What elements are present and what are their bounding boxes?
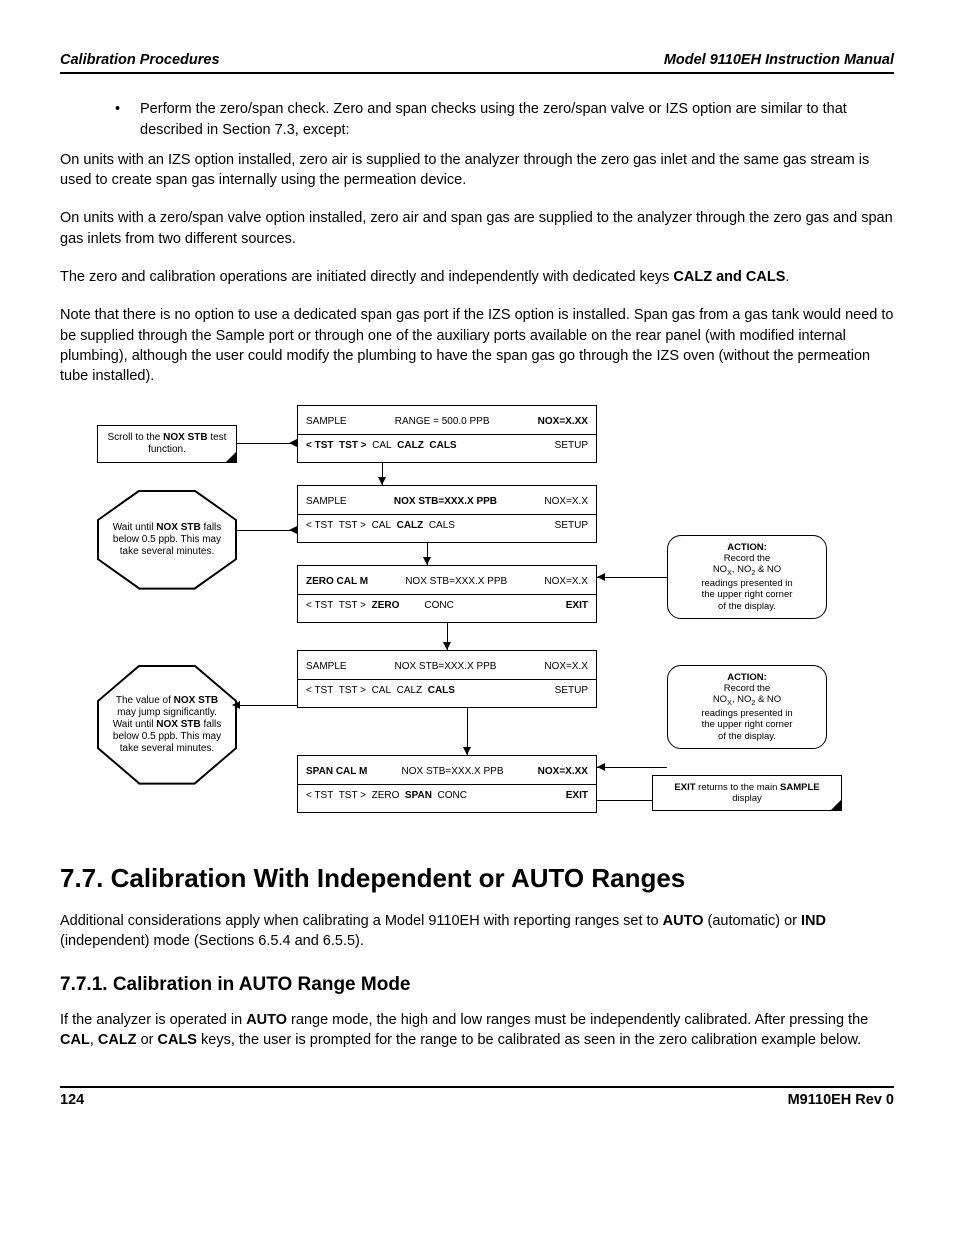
paragraph: On units with a zero/span valve option i… — [60, 208, 894, 249]
flow-screen-2: SAMPLE NOX STB=XXX.X PPB NOX=X.X < TST T… — [297, 485, 597, 543]
page-number: 124 — [60, 1090, 84, 1110]
bullet-dot: • — [115, 99, 140, 140]
paragraph: On units with an IZS option installed, z… — [60, 150, 894, 191]
flow-wait-octagon-2: The value of NOX STB may jump significan… — [97, 665, 237, 785]
flow-exit-note: EXIT returns to the main SAMPLE display — [652, 775, 842, 812]
page-header: Calibration Procedures Model 9110EH Inst… — [60, 50, 894, 74]
flow-screen-4: SAMPLE NOX STB=XXX.X PPB NOX=X.X < TST T… — [297, 650, 597, 708]
flow-note-scroll: Scroll to the NOX STB test function. — [97, 425, 237, 463]
header-right: Model 9110EH Instruction Manual — [664, 50, 894, 70]
bullet-text: Perform the zero/span check. Zero and sp… — [140, 99, 894, 140]
doc-revision: M9110EH Rev 0 — [788, 1090, 894, 1110]
header-left: Calibration Procedures — [60, 50, 220, 70]
flow-wait-octagon-1: Wait until NOX STB falls below 0.5 ppb. … — [97, 490, 237, 590]
flow-screen-5: SPAN CAL M NOX STB=XXX.X PPB NOX=X.XX < … — [297, 755, 597, 813]
calibration-flowchart: Scroll to the NOX STB test function. Wai… — [97, 405, 857, 825]
section-heading-771: 7.7.1. Calibration in AUTO Range Mode — [60, 972, 894, 999]
paragraph: Additional considerations apply when cal… — [60, 911, 894, 952]
flow-action-box-1: ACTION: Record theNOX, NO2 & NOreadings … — [667, 535, 827, 619]
paragraph: The zero and calibration operations are … — [60, 267, 894, 287]
paragraph: Note that there is no option to use a de… — [60, 305, 894, 386]
bullet-item: • Perform the zero/span check. Zero and … — [115, 99, 894, 140]
flow-screen-3: ZERO CAL M NOX STB=XXX.X PPB NOX=X.X < T… — [297, 565, 597, 623]
flow-screen-1: SAMPLE RANGE = 500.0 PPB NOX=X.XX < TST … — [297, 405, 597, 463]
section-heading-77: 7.7. Calibration With Independent or AUT… — [60, 860, 894, 896]
flow-action-box-2: ACTION: Record theNOX, NO2 & NOreadings … — [667, 665, 827, 749]
paragraph: If the analyzer is operated in AUTO rang… — [60, 1010, 894, 1051]
page-footer: 124 M9110EH Rev 0 — [60, 1086, 894, 1110]
